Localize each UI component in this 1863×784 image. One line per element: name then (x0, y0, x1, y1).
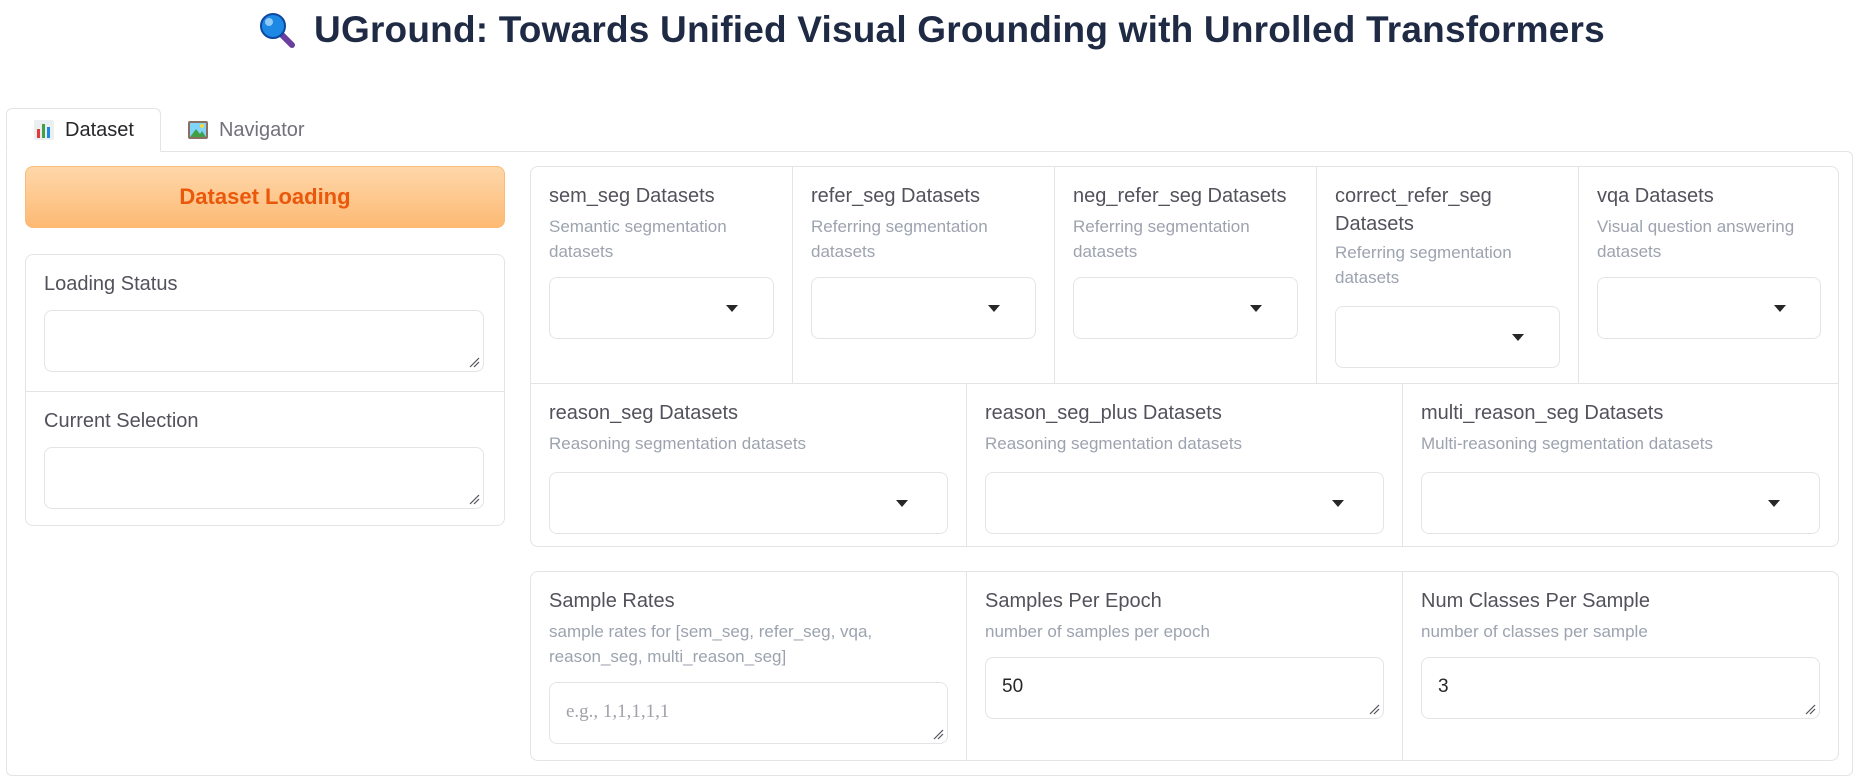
vqa-datasets: vqa Datasets Visual question answering d… (1579, 167, 1838, 384)
neg-refer-seg-datasets: neg_refer_seg Datasets Referring segment… (1055, 167, 1317, 384)
field-label: refer_seg Datasets (811, 185, 980, 207)
multi-reason-seg-datasets: multi_reason_seg Datasets Multi-reasonin… (1403, 384, 1838, 547)
num-classes-value: 3 (1438, 676, 1449, 697)
field-description: Referring segmentation datasets (1073, 217, 1250, 261)
field-label: vqa Datasets (1597, 185, 1714, 207)
field-label: reason_seg Datasets (549, 402, 739, 424)
magnifier-icon (258, 11, 296, 49)
loading-status-block: Loading Status (26, 255, 504, 390)
chevron-down-icon (1774, 305, 1786, 312)
chevron-down-icon (1768, 500, 1780, 507)
vqa-dropdown[interactable] (1597, 277, 1821, 339)
neg-refer-seg-dropdown[interactable] (1073, 277, 1298, 339)
loading-status-textarea[interactable] (44, 310, 484, 372)
field-label: Samples Per Epoch (985, 590, 1162, 612)
page-title: UGround: Towards Unified Visual Groundin… (314, 9, 1605, 50)
reason-seg-dropdown[interactable] (549, 472, 948, 534)
chevron-down-icon (1250, 305, 1262, 312)
loading-status-label: Loading Status (44, 273, 178, 295)
field-label: neg_refer_seg Datasets (1073, 185, 1287, 207)
field-description: number of classes per sample (1421, 622, 1648, 641)
dataset-loading-button[interactable]: Dataset Loading (25, 166, 505, 228)
chevron-down-icon (726, 305, 738, 312)
field-label: correct_refer_seg Datasets (1335, 185, 1492, 235)
num-classes-per-sample-block: Num Classes Per Sample number of classes… (1403, 572, 1838, 760)
refer-seg-dropdown[interactable] (811, 277, 1036, 339)
tab-label: Navigator (218, 118, 305, 141)
chevron-down-icon (988, 305, 1000, 312)
field-label: multi_reason_seg Datasets (1421, 402, 1664, 424)
current-selection-label: Current Selection (44, 410, 199, 432)
refer-seg-datasets: refer_seg Datasets Referring segmentatio… (793, 167, 1055, 384)
page-header: UGround: Towards Unified Visual Groundin… (0, 0, 1863, 60)
samples-per-epoch-block: Samples Per Epoch number of samples per … (967, 572, 1403, 760)
field-description: sample rates for [sem_seg, refer_seg, vq… (549, 622, 873, 666)
chevron-down-icon (1332, 500, 1344, 507)
multi-reason-seg-dropdown[interactable] (1421, 472, 1820, 534)
reason-seg-datasets: reason_seg Datasets Reasoning segmentati… (531, 384, 967, 547)
chevron-down-icon (896, 500, 908, 507)
correct-refer-seg-datasets: correct_refer_seg Datasets Referring seg… (1317, 167, 1579, 384)
field-description: Visual question answering datasets (1597, 217, 1795, 261)
sample-rates-textarea[interactable]: e.g., 1,1,1,1,1 (549, 682, 948, 744)
field-description: Semantic segmentation datasets (549, 217, 727, 261)
datasets-panel: sem_seg Datasets Semantic segmentation d… (530, 166, 1839, 547)
field-label: Num Classes Per Sample (1421, 590, 1650, 612)
field-label: Sample Rates (549, 590, 675, 612)
tab-bar: Dataset Navigator (6, 108, 331, 152)
status-panel: Loading Status Current Selection (25, 254, 505, 526)
left-column: Dataset Loading (25, 166, 505, 228)
sample-rates-placeholder: e.g., 1,1,1,1,1 (566, 701, 670, 722)
resize-handle-icon[interactable] (1369, 704, 1380, 715)
reason-seg-plus-datasets: reason_seg_plus Datasets Reasoning segme… (967, 384, 1403, 547)
picture-icon (187, 119, 209, 141)
resize-handle-icon[interactable] (469, 494, 480, 505)
field-description: Multi-reasoning segmentation datasets (1421, 434, 1713, 453)
bar-chart-icon (33, 119, 55, 141)
sample-rates-block: Sample Rates sample rates for [sem_seg, … (531, 572, 967, 760)
field-label: reason_seg_plus Datasets (985, 402, 1222, 424)
sampling-params-panel: Sample Rates sample rates for [sem_seg, … (530, 571, 1839, 761)
samples-per-epoch-textarea[interactable]: 50 (985, 657, 1384, 719)
samples-per-epoch-value: 50 (1002, 676, 1024, 697)
field-description: Referring segmentation datasets (1335, 243, 1512, 287)
field-description: number of samples per epoch (985, 622, 1210, 641)
current-selection-textarea[interactable] (44, 447, 484, 509)
field-description: Reasoning segmentation datasets (985, 434, 1243, 453)
resize-handle-icon[interactable] (1805, 704, 1816, 715)
field-description: Reasoning segmentation datasets (549, 434, 807, 453)
chevron-down-icon (1512, 334, 1524, 341)
correct-refer-seg-dropdown[interactable] (1335, 306, 1560, 368)
resize-handle-icon[interactable] (933, 729, 944, 740)
sem-seg-dropdown[interactable] (549, 277, 774, 339)
tab-label: Dataset (65, 118, 134, 141)
field-description: Referring segmentation datasets (811, 217, 988, 261)
tab-navigator[interactable]: Navigator (161, 108, 331, 152)
sem-seg-datasets: sem_seg Datasets Semantic segmentation d… (531, 167, 793, 384)
current-selection-block: Current Selection (26, 391, 504, 526)
resize-handle-icon[interactable] (469, 357, 480, 368)
field-label: sem_seg Datasets (549, 185, 715, 207)
num-classes-textarea[interactable]: 3 (1421, 657, 1820, 719)
tab-dataset[interactable]: Dataset (6, 108, 161, 152)
reason-seg-plus-dropdown[interactable] (985, 472, 1384, 534)
